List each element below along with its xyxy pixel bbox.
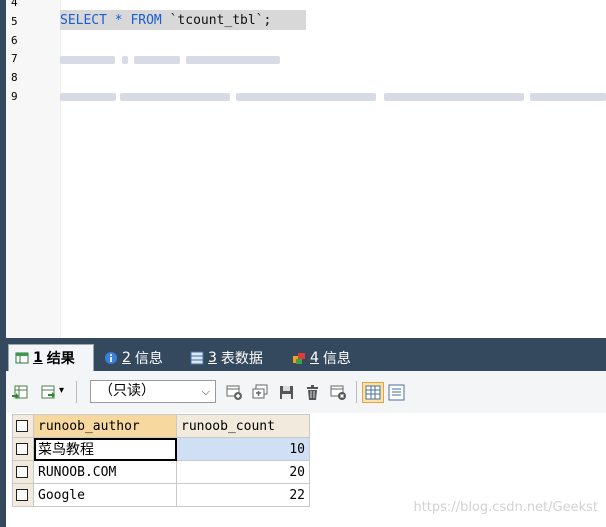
tab-info[interactable]: 2 信息 bbox=[98, 344, 180, 371]
checkbox[interactable] bbox=[16, 443, 28, 455]
result-tabs: 1 结果 2 信息 3 表数据 4 信息 bbox=[6, 341, 606, 371]
cell-author[interactable]: 菜鸟教程 bbox=[33, 437, 177, 461]
readonly-select-value: （只读） bbox=[99, 383, 155, 399]
export-icon[interactable] bbox=[12, 384, 29, 401]
line-number: 6 bbox=[11, 34, 18, 47]
line-number-gutter: 4 5 6 7 8 9 bbox=[6, 0, 61, 340]
blurred-code bbox=[120, 93, 230, 101]
select-all-cell[interactable] bbox=[12, 414, 34, 438]
save-icon[interactable] bbox=[278, 384, 295, 401]
blurred-code bbox=[530, 93, 606, 101]
dropdown-arrow-icon[interactable]: ▾ bbox=[59, 385, 64, 396]
blurred-code bbox=[186, 56, 280, 64]
cell-author[interactable]: RUNOOB.COM bbox=[33, 460, 177, 484]
result-grid-icon bbox=[15, 352, 29, 364]
duplicate-row-icon[interactable] bbox=[252, 384, 269, 401]
watermark: https://blog.csdn.net/Geekst bbox=[413, 500, 598, 515]
tab-label: 结果 bbox=[46, 351, 75, 367]
tab-label: 表数据 bbox=[220, 350, 263, 367]
line-number: 7 bbox=[11, 52, 18, 65]
tab-number: 4 bbox=[310, 349, 319, 366]
sql-semicolon: ; bbox=[263, 13, 272, 28]
tab-number: 3 bbox=[208, 349, 217, 366]
blurred-code bbox=[236, 93, 376, 101]
column-header-author[interactable]: runoob_author bbox=[33, 414, 177, 438]
blurred-code bbox=[122, 56, 128, 64]
row-select-cell[interactable] bbox=[12, 460, 34, 484]
row-select-cell[interactable] bbox=[12, 483, 34, 507]
cell-count[interactable]: 22 bbox=[176, 483, 310, 507]
sql-keyword: SELECT bbox=[60, 13, 107, 28]
tab-table-data[interactable]: 3 表数据 bbox=[184, 344, 282, 371]
toolbar-separator bbox=[356, 381, 357, 403]
line-number: 5 bbox=[11, 15, 18, 28]
delete-icon[interactable] bbox=[304, 384, 321, 401]
tab-label: 信息 bbox=[134, 350, 163, 367]
cell-count[interactable]: 20 bbox=[176, 460, 310, 484]
checkbox[interactable] bbox=[16, 466, 28, 478]
toolbar-separator bbox=[76, 381, 77, 403]
blurred-code bbox=[384, 93, 524, 101]
blurred-code bbox=[60, 56, 115, 64]
sql-keyword: FROM bbox=[130, 13, 162, 28]
blurred-code bbox=[60, 93, 116, 101]
chevron-down-icon: ⌵ bbox=[201, 385, 210, 398]
tab-number: 1 bbox=[33, 350, 43, 366]
text-view-icon[interactable] bbox=[388, 384, 405, 401]
line-number: 8 bbox=[11, 71, 18, 84]
sql-editor[interactable]: 4 5 6 7 8 9 SELECT * FROM `tcount_tbl`; bbox=[6, 0, 606, 340]
column-header-count[interactable]: runoob_count bbox=[176, 414, 310, 438]
table-row[interactable]: Google 22 bbox=[12, 483, 310, 507]
readonly-select[interactable]: （只读） ⌵ bbox=[90, 380, 216, 403]
tab-number: 2 bbox=[122, 349, 131, 366]
line-number: 4 bbox=[11, 0, 18, 9]
tab-results[interactable]: 1 结果 bbox=[8, 344, 94, 371]
sql-query-line[interactable]: SELECT * FROM `tcount_tbl`; bbox=[60, 11, 271, 30]
cell-count[interactable]: 10 bbox=[176, 437, 310, 461]
blurred-code bbox=[134, 56, 180, 64]
tab-label: 信息 bbox=[322, 350, 351, 367]
table-row[interactable]: RUNOOB.COM 20 bbox=[12, 460, 310, 484]
row-select-cell[interactable] bbox=[12, 437, 34, 461]
line-number: 9 bbox=[11, 90, 18, 103]
checkbox[interactable] bbox=[16, 489, 28, 501]
add-row-icon[interactable] bbox=[226, 384, 243, 401]
import-icon[interactable] bbox=[40, 384, 57, 401]
tab-info-2[interactable]: 4 信息 bbox=[286, 344, 368, 371]
cell-author[interactable]: Google bbox=[33, 483, 177, 507]
table-row[interactable]: 菜鸟教程 10 bbox=[12, 437, 310, 461]
result-grid: runoob_author runoob_count 菜鸟教程 10 RUNOO… bbox=[6, 413, 606, 527]
sql-table-name: `tcount_tbl` bbox=[161, 13, 264, 28]
sql-star: * bbox=[106, 13, 131, 28]
result-table: runoob_author runoob_count 菜鸟教程 10 RUNOO… bbox=[12, 414, 310, 507]
table-header-row: runoob_author runoob_count bbox=[12, 414, 310, 438]
checkbox[interactable] bbox=[16, 420, 28, 432]
info-icon bbox=[105, 351, 117, 364]
discard-icon[interactable] bbox=[330, 384, 347, 401]
info-icon bbox=[293, 352, 305, 364]
table-data-icon bbox=[190, 351, 204, 364]
grid-view-icon[interactable] bbox=[362, 382, 384, 403]
result-toolbar: ▾ （只读） ⌵ bbox=[6, 371, 606, 414]
